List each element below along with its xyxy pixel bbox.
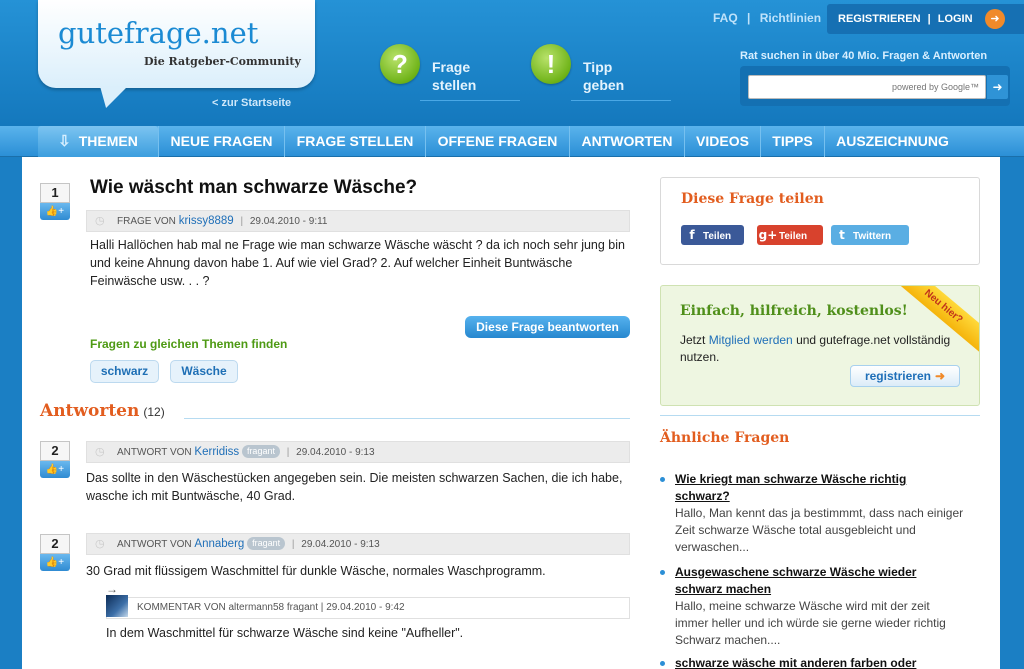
vote-count: 1 bbox=[40, 183, 70, 203]
search-input[interactable] bbox=[748, 75, 986, 99]
bullet-icon bbox=[660, 661, 665, 666]
answer-text: Das sollte in den Wäschestücken angegebe… bbox=[86, 471, 623, 503]
down-arrow-icon: ⇩ bbox=[58, 133, 71, 150]
question-author-link[interactable]: krissy8889 bbox=[179, 215, 234, 227]
similar-question-excerpt: Hallo, Man kennt das ja bestimmmt, dass … bbox=[675, 506, 964, 554]
vote-count: 2 bbox=[40, 534, 70, 554]
ask-question-button[interactable]: ? Frage stellen bbox=[380, 44, 520, 101]
answers-count: (12) bbox=[143, 405, 165, 419]
guidelines-link[interactable]: Richtlinien bbox=[760, 11, 821, 25]
comment-text: In dem Waschmittel für schwarze Wäsche s… bbox=[106, 626, 464, 640]
login-arrow-icon[interactable]: ➜ bbox=[985, 9, 1005, 29]
search-submit-arrow-icon[interactable]: ➜ bbox=[987, 75, 1008, 99]
question-body: Halli Hallöchen hab mal ne Frage wie man… bbox=[90, 238, 625, 288]
answer-meta: ◷ ANTWORT VON Kerridiss fragant | 29.04.… bbox=[86, 441, 630, 463]
logo-bubble-tail bbox=[96, 86, 128, 108]
top-links: FAQ | Richtlinien bbox=[713, 11, 822, 25]
back-to-home-link[interactable]: < zur Startseite bbox=[212, 97, 291, 109]
promo-text: Jetzt Mitglied werden und gutefrage.net … bbox=[680, 333, 951, 364]
nav-tipps[interactable]: TIPPS bbox=[760, 126, 824, 157]
answer-text: 30 Grad mit flüssigem Waschmittel für du… bbox=[86, 564, 546, 578]
rank-badge: fragant bbox=[247, 537, 286, 550]
site-header: gutefrage.net Die Ratgeber-Community < z… bbox=[0, 0, 1024, 126]
answer-meta: ◷ ANTWORT VON Annaberg fragant | 29.04.2… bbox=[86, 533, 630, 555]
answer-author-link[interactable]: Kerridiss bbox=[194, 446, 239, 458]
become-member-link[interactable]: Mitglied werden bbox=[709, 333, 793, 347]
logo-tagline: Die Ratgeber-Community bbox=[144, 55, 301, 68]
login-link[interactable]: LOGIN bbox=[938, 13, 973, 25]
main-content: 1 👍+ Wie wäscht man schwarze Wäsche? ◷ F… bbox=[22, 157, 1000, 669]
answer-date: 29.04.2010 - 9:13 bbox=[301, 539, 380, 550]
nav-videos[interactable]: VIDEOS bbox=[684, 126, 760, 157]
clock-icon: ◷ bbox=[95, 538, 105, 550]
logo[interactable]: gutefrage.net Die Ratgeber-Community bbox=[38, 0, 315, 88]
share-panel: Diese Frage teilen f Teilen g+ Teilen t Twi… bbox=[660, 177, 980, 265]
question-mark-icon: ? bbox=[380, 44, 420, 84]
arrow-right-icon: ➜ bbox=[934, 369, 946, 383]
clock-icon: ◷ bbox=[95, 446, 105, 458]
similar-question-excerpt: Hallo, meine schwarze Wäsche wird mit de… bbox=[675, 599, 946, 647]
account-bar: REGISTRIEREN | LOGIN ➜ bbox=[827, 4, 1024, 34]
twitter-share-button[interactable]: t Twittern bbox=[831, 225, 909, 245]
thumbs-up-icon[interactable]: 👍+ bbox=[40, 461, 70, 478]
nav-frage-stellen[interactable]: FRAGE STELLEN bbox=[284, 126, 425, 157]
related-topics-label: Fragen zu gleichen Themen finden bbox=[90, 337, 288, 351]
question-date: 29.04.2010 - 9:11 bbox=[249, 216, 328, 227]
similar-question-link[interactable]: schwarze wäsche mit anderen farben oder bbox=[675, 655, 955, 669]
faq-link[interactable]: FAQ bbox=[713, 11, 738, 25]
answers-heading: Antworten (12) bbox=[40, 401, 165, 421]
nav-antworten[interactable]: ANTWORTEN bbox=[569, 126, 684, 157]
nav-themen[interactable]: ⇩ THEMEN bbox=[38, 126, 158, 157]
question-title: Wie wäscht man schwarze Wäsche? bbox=[90, 177, 418, 198]
avatar[interactable] bbox=[106, 595, 128, 617]
rank-badge: fragant bbox=[286, 602, 319, 613]
bullet-icon bbox=[660, 477, 665, 482]
google-plus-share-button[interactable]: g+ Teilen bbox=[757, 225, 823, 245]
answer-author-link[interactable]: Annaberg bbox=[194, 538, 244, 550]
question-vote-widget: 1 👍+ bbox=[40, 183, 70, 223]
thumbs-up-icon[interactable]: 👍+ bbox=[40, 203, 70, 220]
share-title: Diese Frage teilen bbox=[681, 191, 824, 207]
answer-question-button[interactable]: Diese Frage beantworten bbox=[465, 316, 630, 338]
nav-neue-fragen[interactable]: NEUE FRAGEN bbox=[158, 126, 284, 157]
main-navigation: ⇩ THEMEN NEUE FRAGEN FRAGE STELLEN OFFENE… bbox=[0, 126, 1024, 157]
question-meta: ◷ FRAGE VON krissy8889 | 29.04.2010 - 9:… bbox=[86, 210, 630, 232]
rank-badge: fragant bbox=[241, 445, 280, 458]
facebook-icon: f bbox=[689, 228, 695, 242]
tag-waesche[interactable]: Wäsche bbox=[170, 360, 238, 383]
signup-promo-panel: Einfach, hilfreich, kostenlos! Neu hier?… bbox=[660, 285, 980, 406]
google-plus-icon: g+ bbox=[758, 228, 778, 242]
reply-arrow-icon: → bbox=[106, 582, 118, 596]
answer-date: 29.04.2010 - 9:13 bbox=[296, 447, 375, 458]
search-box: ➜ bbox=[740, 66, 1010, 106]
give-tip-label: Tipp geben bbox=[583, 59, 625, 93]
exclamation-icon: ! bbox=[531, 44, 571, 84]
answer-vote-widget: 2 👍+ bbox=[40, 534, 70, 574]
register-button[interactable]: registrieren ➜ bbox=[850, 365, 960, 387]
comment-author-link[interactable]: altermann58 bbox=[229, 602, 285, 613]
thumbs-up-icon[interactable]: 👍+ bbox=[40, 554, 70, 571]
facebook-share-button[interactable]: f Teilen bbox=[681, 225, 744, 245]
register-link[interactable]: REGISTRIEREN bbox=[838, 13, 921, 25]
similar-questions-title: Ähnliche Fragen bbox=[660, 430, 790, 446]
nav-auszeichnung[interactable]: AUSZEICHNUNG bbox=[824, 126, 960, 157]
twitter-icon: t bbox=[839, 228, 845, 242]
comment-meta: KOMMENTAR VON altermann58 fragant | 29.0… bbox=[106, 597, 630, 619]
tag-schwarz[interactable]: schwarz bbox=[90, 360, 159, 383]
similar-question-link[interactable]: Wie kriegt man schwarze Wäsche richtig s… bbox=[675, 471, 955, 505]
divider bbox=[184, 418, 630, 419]
similar-question-link[interactable]: Ausgewaschene schwarze Wäsche wieder sch… bbox=[675, 564, 955, 598]
vote-count: 2 bbox=[40, 441, 70, 461]
give-tip-button[interactable]: ! Tipp geben bbox=[531, 44, 671, 101]
promo-title: Einfach, hilfreich, kostenlos! bbox=[680, 303, 908, 319]
search-caption: Rat suchen in über 40 Mio. Fragen & Antw… bbox=[740, 50, 988, 62]
comment-date: 29.04.2010 - 9:42 bbox=[326, 602, 405, 613]
ask-question-label: Frage stellen bbox=[432, 59, 477, 93]
nav-offene-fragen[interactable]: OFFENE FRAGEN bbox=[425, 126, 569, 157]
bullet-icon bbox=[660, 570, 665, 575]
divider bbox=[660, 415, 980, 416]
logo-text[interactable]: gutefrage.net bbox=[58, 16, 258, 50]
clock-icon: ◷ bbox=[95, 215, 105, 227]
answer-vote-widget: 2 👍+ bbox=[40, 441, 70, 481]
